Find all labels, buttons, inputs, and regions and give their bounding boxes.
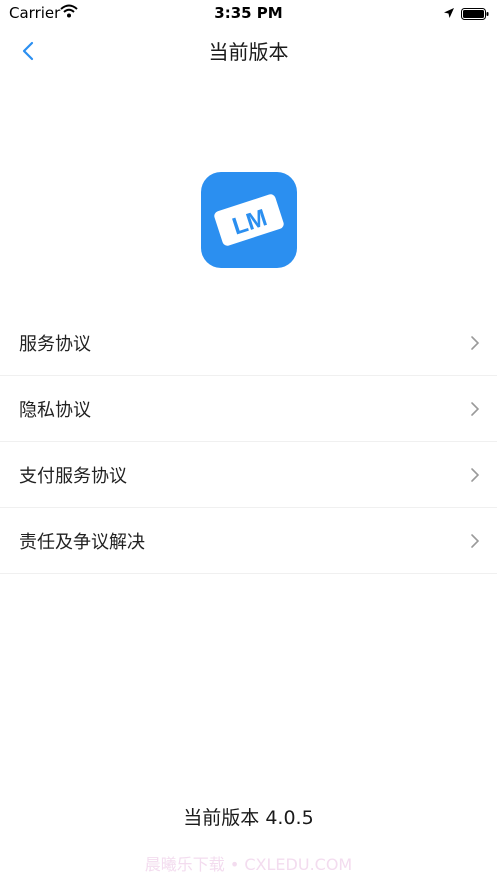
menu-item-liability-dispute[interactable]: 责任及争议解决 xyxy=(0,508,497,574)
chevron-right-icon xyxy=(471,468,480,482)
menu-item-label: 服务协议 xyxy=(19,334,91,355)
status-time: 3:35 PM xyxy=(214,4,283,22)
menu-item-payment-agreement[interactable]: 支付服务协议 xyxy=(0,442,497,508)
menu-item-label: 支付服务协议 xyxy=(19,466,127,487)
location-arrow-icon xyxy=(443,5,455,23)
menu-item-privacy-agreement[interactable]: 隐私协议 xyxy=(0,376,497,442)
chevron-right-icon xyxy=(471,336,480,350)
menu-item-label: 责任及争议解决 xyxy=(19,532,145,553)
menu-item-label: 隐私协议 xyxy=(19,400,91,421)
page-title: 当前版本 xyxy=(208,40,289,64)
menu-item-service-agreement[interactable]: 服务协议 xyxy=(0,310,497,376)
agreement-menu: 服务协议 隐私协议 支付服务协议 责任及争议解决 xyxy=(0,310,497,574)
chevron-right-icon xyxy=(471,402,480,416)
app-logo: LM xyxy=(201,172,297,268)
battery-icon xyxy=(461,6,489,20)
navigation-bar: 当前版本 xyxy=(0,26,497,74)
version-label: 当前版本 4.0.5 xyxy=(183,807,314,829)
chevron-right-icon xyxy=(471,534,480,548)
watermark: 晨曦乐下载 • CXLEDU.COM xyxy=(144,855,353,874)
status-bar: Carrier 3:35 PM xyxy=(0,0,497,26)
